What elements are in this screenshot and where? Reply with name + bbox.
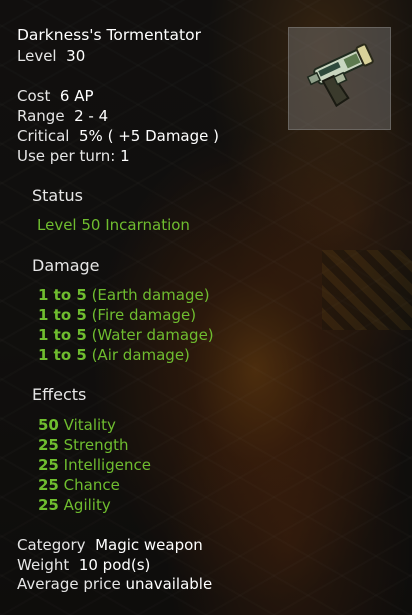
damage-amount: 1 to 5 bbox=[38, 346, 87, 364]
pistol-weapon-icon bbox=[306, 43, 374, 108]
critical-value: 5% ( +5 Damage ) bbox=[79, 127, 219, 145]
effect-amount: 25 bbox=[38, 456, 59, 474]
price-label: Average price bbox=[17, 575, 121, 593]
critical-label: Critical bbox=[17, 127, 70, 145]
effect-line: 25 Strength bbox=[38, 435, 129, 455]
damage-type: (Earth damage) bbox=[91, 286, 210, 304]
category-label: Category bbox=[17, 536, 86, 554]
effect-amount: 50 bbox=[38, 416, 59, 434]
damage-line: 1 to 5 (Air damage) bbox=[38, 345, 190, 365]
damage-type: (Fire damage) bbox=[91, 306, 197, 324]
use-label: Use per turn: bbox=[17, 147, 116, 165]
weight-value: 10 pod(s) bbox=[78, 556, 151, 574]
effect-amount: 25 bbox=[38, 496, 59, 514]
damage-heading: Damage bbox=[32, 256, 100, 275]
status-heading: Status bbox=[32, 186, 83, 205]
cost-row: Cost 6 AP bbox=[17, 86, 94, 106]
damage-line: 1 to 5 (Fire damage) bbox=[38, 305, 196, 325]
effect-stat: Vitality bbox=[63, 416, 116, 434]
status-value: Level 50 Incarnation bbox=[37, 216, 190, 234]
damage-amount: 1 to 5 bbox=[38, 326, 87, 344]
use-per-turn-row: Use per turn: 1 bbox=[17, 146, 130, 166]
range-label: Range bbox=[17, 107, 65, 125]
effect-amount: 25 bbox=[38, 476, 59, 494]
damage-line: 1 to 5 (Water damage) bbox=[38, 325, 214, 345]
effect-stat: Agility bbox=[63, 496, 111, 514]
effect-stat: Strength bbox=[63, 436, 129, 454]
item-name: Darkness's Tormentator bbox=[17, 26, 201, 44]
effect-line: 50 Vitality bbox=[38, 415, 116, 435]
use-value: 1 bbox=[120, 147, 130, 165]
effect-line: 25 Chance bbox=[38, 475, 120, 495]
cost-label: Cost bbox=[17, 87, 51, 105]
weight-row: Weight 10 pod(s) bbox=[17, 555, 150, 575]
effect-stat: Intelligence bbox=[63, 456, 151, 474]
effect-line: 25 Intelligence bbox=[38, 455, 151, 475]
category-value: Magic weapon bbox=[95, 536, 203, 554]
damage-amount: 1 to 5 bbox=[38, 286, 87, 304]
damage-amount: 1 to 5 bbox=[38, 306, 87, 324]
critical-row: Critical 5% ( +5 Damage ) bbox=[17, 126, 219, 146]
effect-stat: Chance bbox=[63, 476, 120, 494]
category-row: Category Magic weapon bbox=[17, 535, 203, 555]
price-row: Average price unavailable bbox=[17, 574, 212, 594]
damage-line: 1 to 5 (Earth damage) bbox=[38, 285, 210, 305]
damage-type: (Water damage) bbox=[91, 326, 214, 344]
effect-line: 25 Agility bbox=[38, 495, 111, 515]
range-value: 2 - 4 bbox=[74, 107, 109, 125]
item-tooltip-panel: Darkness's Tormentator Level 30 Cost 6 A… bbox=[0, 0, 412, 615]
level-label: Level bbox=[17, 47, 57, 65]
range-row: Range 2 - 4 bbox=[17, 106, 108, 126]
effects-heading: Effects bbox=[32, 385, 87, 404]
effect-amount: 25 bbox=[38, 436, 59, 454]
item-level: Level 30 bbox=[17, 46, 85, 66]
item-icon-frame bbox=[288, 27, 391, 130]
weight-label: Weight bbox=[17, 556, 70, 574]
damage-type: (Air damage) bbox=[91, 346, 190, 364]
cost-value: 6 AP bbox=[59, 87, 94, 105]
price-value: unavailable bbox=[125, 575, 213, 593]
level-value: 30 bbox=[66, 47, 86, 65]
